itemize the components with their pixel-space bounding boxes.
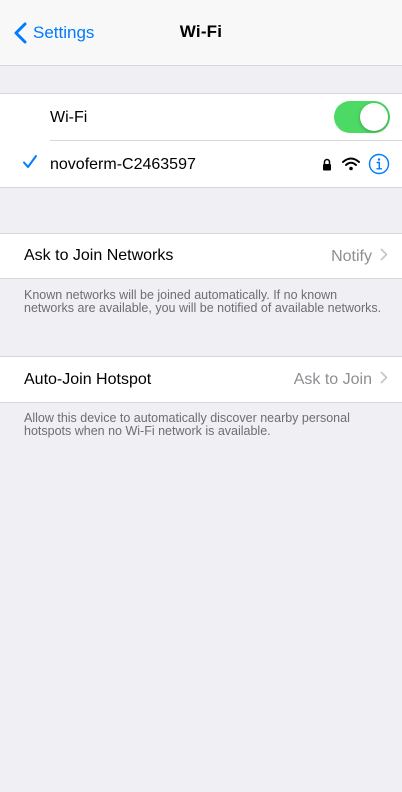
wifi-toggle[interactable]	[334, 101, 390, 133]
page-title: Wi-Fi	[179, 22, 223, 41]
wifi-settings-screen: Settings Wi-Fi Wi-Fi novoferm-C2463597 A…	[0, 0, 402, 792]
navigation-bar: Settings Wi-Fi	[0, 0, 402, 66]
auto-join-hotspot-value: Ask to Join	[293, 371, 372, 388]
toggle-knob	[360, 103, 388, 131]
network-icons	[322, 153, 390, 180]
wifi-signal-icon	[342, 157, 360, 176]
wifi-group: Wi-Fi novoferm-C2463597	[0, 93, 402, 188]
auto-join-hotspot-footnote: Allow this device to automatically disco…	[24, 411, 350, 438]
ask-to-join-label: Ask to Join Networks	[24, 247, 174, 264]
chevron-right-icon	[380, 248, 388, 266]
auto-join-hotspot-row[interactable]: Auto-Join Hotspot Ask to Join	[0, 357, 402, 402]
auto-join-hotspot-group: Auto-Join Hotspot Ask to Join	[0, 356, 402, 403]
ask-to-join-value: Notify	[331, 248, 372, 265]
ask-to-join-row[interactable]: Ask to Join Networks Notify	[0, 234, 402, 278]
ask-to-join-footnote: Known networks will be joined automatica…	[24, 288, 382, 315]
ask-to-join-value-container: Notify	[331, 248, 388, 266]
lock-icon	[322, 158, 332, 176]
wifi-label: Wi-Fi	[50, 108, 88, 126]
connected-network-row[interactable]: novoferm-C2463597	[0, 141, 402, 188]
auto-join-hotspot-label: Auto-Join Hotspot	[24, 370, 152, 388]
auto-join-hotspot-value-container: Ask to Join	[294, 371, 388, 389]
chevron-right-icon	[380, 371, 388, 389]
checkmark-icon	[22, 154, 38, 175]
wifi-toggle-row: Wi-Fi	[0, 94, 402, 141]
ask-to-join-group: Ask to Join Networks Notify	[0, 233, 402, 279]
network-name: novoferm-C2463597	[50, 155, 196, 173]
info-icon[interactable]	[368, 153, 390, 180]
